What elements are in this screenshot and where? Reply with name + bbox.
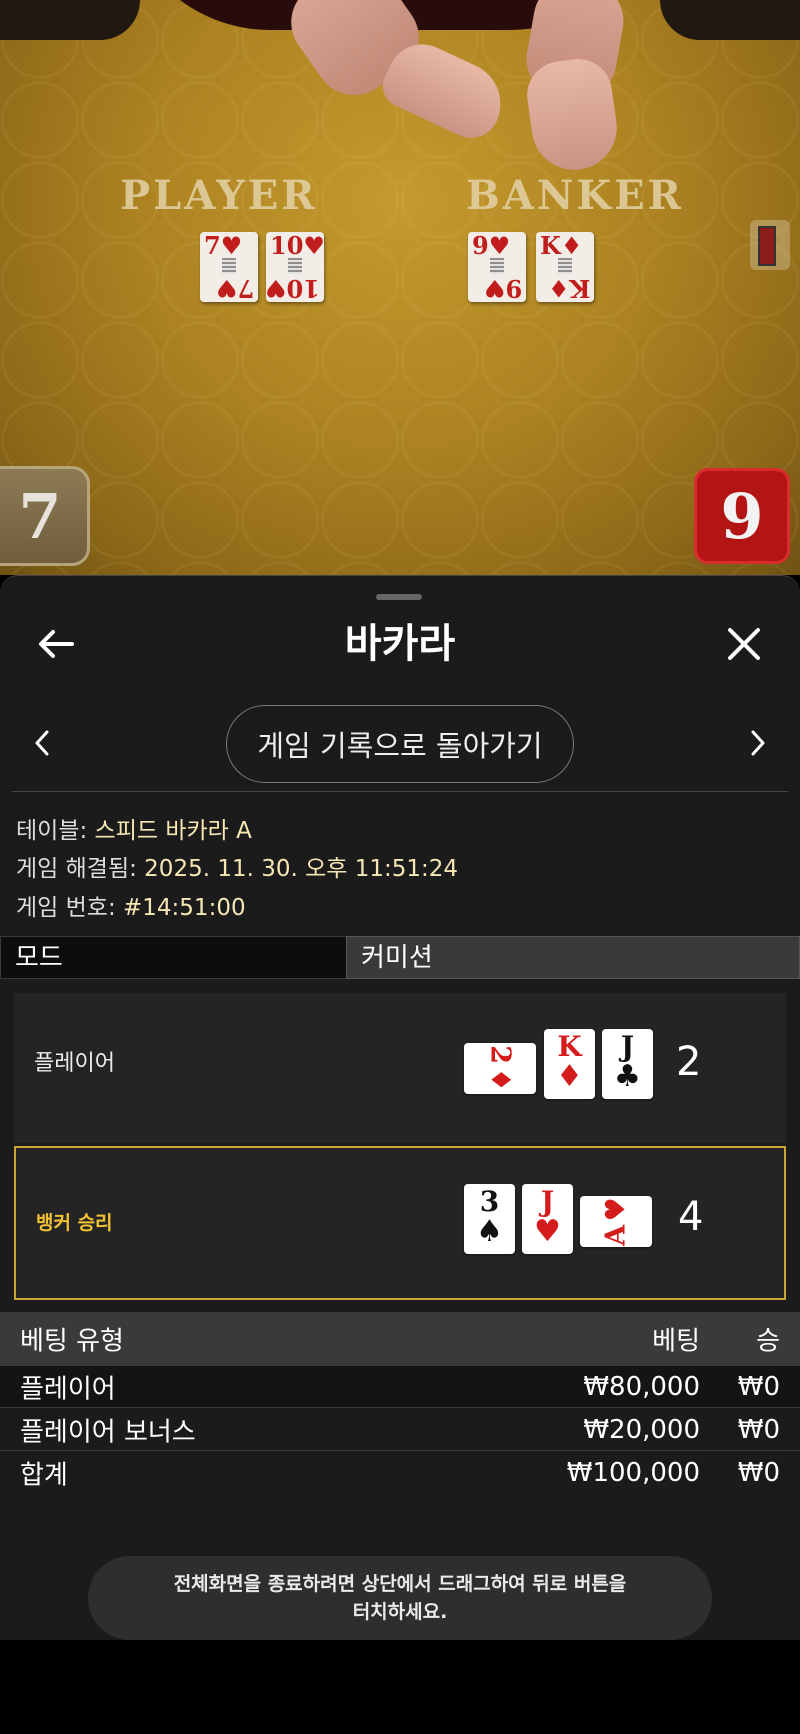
win-amount-cell: ₩0 [737,1414,780,1445]
table-card: 7♥ 7♥ [200,232,258,303]
previous-game-button[interactable] [22,718,62,768]
bet-amount-cell: ₩20,000 [583,1414,700,1445]
table-total-row: 합계 ₩100,000 ₩0 [0,1452,800,1494]
chevron-right-icon [751,730,765,756]
player-hand-score: 2 [676,1039,702,1085]
info-resolved-label: 게임 해결됨: [16,856,145,882]
info-number-label: 게임 번호: [16,895,124,921]
playing-card: 2 ♦ [464,1043,536,1094]
info-table-value: 스피드 바카라 A [94,818,252,844]
divider [12,791,788,792]
info-table-label: 테이블: [16,818,95,844]
playing-card: J ♣ [602,1029,653,1099]
sheet-drag-handle[interactable] [376,594,422,600]
sheet-title: 바카라 [344,621,456,667]
table-rail-right [660,0,800,40]
info-game-number: 게임 번호: #14:51:00 [16,888,246,922]
total-win: ₩0 [737,1458,780,1488]
table-card: 9♥ 9♥ [468,232,526,303]
tab-commission[interactable]: 커미션 [346,936,800,979]
player-score-badge: 7 [0,466,90,566]
info-number-value: #14:51:00 [123,895,246,921]
bet-type-cell: 플레이어 [20,1374,116,1404]
bottom-bar [0,1640,800,1734]
banker-hand-label: 뱅커 승리 [36,1212,113,1234]
table-banker-label: BANKER [466,172,684,219]
total-label: 합계 [20,1460,68,1491]
close-icon [728,628,760,660]
banker-hand-panel: 뱅커 승리 3 ♠ J ♥ A ♥ 4 [14,1146,786,1300]
fullscreen-exit-toast: 전체화면을 종료하려면 상단에서 드래그하여 뒤로 버튼을 터치하세요. [88,1556,712,1640]
bet-amount-cell: ₩80,000 [583,1371,700,1402]
table-card: K♦ K♦ [536,232,594,303]
info-resolved-value: 2025. 11. 30. 오후 11:51:24 [144,856,459,882]
total-bet: ₩100,000 [566,1458,700,1488]
toast-line-2: 터치하세요. [352,1601,448,1623]
playing-card: 3 ♠ [464,1184,515,1254]
live-video-feed: PLAYER BANKER 7♥ 7♥ 10♥ 10♥ 9♥ 9♥ K♦ K♦ … [0,0,800,575]
player-hand-panel: 플레이어 2 ♦ K ♦ J ♣ 2 [14,993,786,1143]
win-amount-cell: ₩0 [737,1371,780,1402]
playing-card: J ♥ [522,1184,573,1254]
playing-card: K ♦ [544,1029,595,1099]
table-rail-left [0,0,140,40]
table-card: 10♥ 10♥ [265,231,325,303]
table-row: 플레이어 ₩80,000 ₩0 [0,1366,800,1408]
next-game-button[interactable] [738,718,778,768]
table-player-label: PLAYER [120,172,318,219]
header-bet: 베팅 [652,1326,700,1357]
info-resolved: 게임 해결됨: 2025. 11. 30. 오후 11:51:24 [16,849,458,883]
close-button[interactable] [716,616,772,672]
banker-hand-score: 4 [678,1194,704,1240]
header-win: 승 [756,1326,780,1357]
tab-mode[interactable]: 모드 [0,936,346,979]
header-bet-type: 베팅 유형 [20,1326,124,1357]
playing-card: A ♥ [580,1196,652,1247]
player-hand-label: 플레이어 [34,1051,115,1076]
info-table: 테이블: 스피드 바카라 A [16,811,252,845]
bet-table-header: 베팅 유형 베팅 승 [0,1312,800,1366]
bet-type-cell: 플레이어 보너스 [20,1417,196,1447]
card-shoe [750,200,800,280]
toast-line-1: 전체화면을 종료하려면 상단에서 드래그하여 뒤로 버튼을 [173,1573,627,1595]
return-to-history-button[interactable]: 게임 기록으로 돌아가기 [226,705,574,783]
banker-score-badge: 9 [694,468,790,564]
chevron-left-icon [35,730,49,756]
table-row: 플레이어 보너스 ₩20,000 ₩0 [0,1409,800,1451]
